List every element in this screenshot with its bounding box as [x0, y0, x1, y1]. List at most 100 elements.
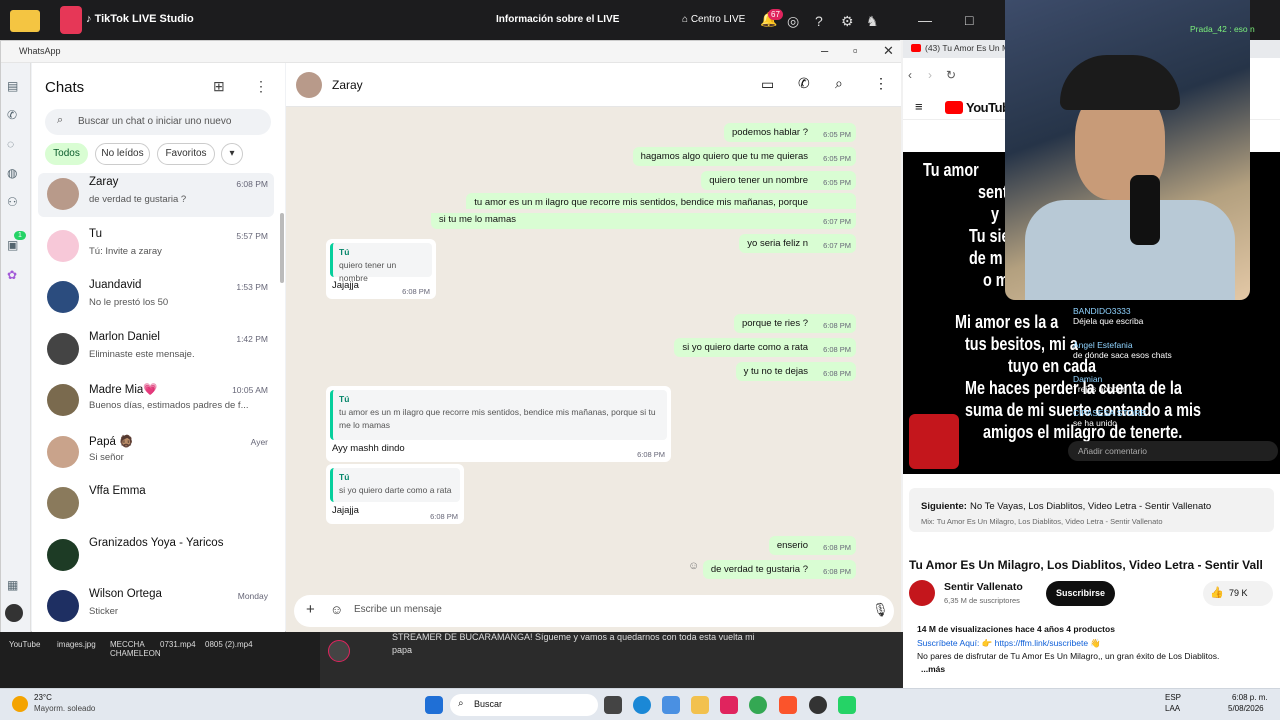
back-icon[interactable]: ‹ — [908, 68, 912, 82]
desktop-file[interactable]: 0731.mp4 — [160, 640, 196, 649]
channels-icon[interactable]: ◍ — [7, 166, 17, 180]
search-icon[interactable]: ⌕ — [835, 75, 843, 92]
outgoing-message[interactable]: de verdad te gustaria ? 6:08 PM — [702, 560, 856, 580]
menu-icon[interactable]: ⋮ — [254, 78, 268, 95]
reload-icon[interactable]: ↻ — [946, 68, 956, 82]
outgoing-message[interactable]: si yo quiero darte como a rata 6:08 PM — [674, 338, 856, 358]
explorer-icon[interactable] — [691, 696, 709, 714]
chat-row[interactable]: Wilson Ortega Sticker Monday — [38, 585, 274, 629]
language[interactable]: ESP — [1165, 693, 1181, 702]
incoming-message[interactable]: Tú si yo quiero darte como a rata Jajajja 6… — [326, 464, 464, 524]
forward-icon[interactable]: › — [928, 68, 932, 82]
menu-icon[interactable]: ⋮ — [874, 75, 888, 92]
channel-name[interactable]: Sentir Vallenato — [944, 581, 1023, 593]
brave-icon[interactable] — [779, 696, 797, 714]
minimize-icon[interactable]: — — [918, 12, 932, 28]
chat-row[interactable]: Papá 🧔🏽 Si señor Ayer — [38, 431, 274, 475]
outgoing-message[interactable]: quiero tener un nombre 6:05 PM — [701, 171, 856, 191]
subscribe-button[interactable]: Suscribirse — [1046, 581, 1115, 606]
centro-live-button[interactable]: ⌂ Centro LIVE — [682, 14, 745, 25]
maximize-icon[interactable]: □ — [965, 12, 973, 28]
communities-icon[interactable]: ⚇ — [7, 195, 18, 209]
mic-icon[interactable]: 🎙 — [872, 602, 889, 618]
maximize-icon[interactable]: ▫ — [853, 43, 858, 58]
chat-row[interactable]: Marlon Daniel Eliminaste este mensaje. 1:4… — [38, 328, 274, 372]
up-next-card[interactable]: Siguiente: No Te Vayas, Los Diablitos, V… — [909, 488, 1274, 532]
outgoing-message[interactable]: yo seria feliz n 6:07 PM — [739, 234, 856, 254]
video-call-icon[interactable]: ▭ — [761, 76, 774, 93]
youtube-logo-icon[interactable] — [945, 101, 963, 114]
status-icon[interactable]: ◌ — [7, 137, 14, 151]
minimize-icon[interactable]: – — [821, 43, 828, 58]
whatsapp-icon[interactable] — [838, 696, 856, 714]
windows-start-icon[interactable] — [425, 696, 443, 714]
incoming-message[interactable]: Tú quiero tener un nombre Jajajja 6:08 PM — [326, 239, 436, 299]
desktop-file[interactable]: MECCHA CHAMELEON — [110, 640, 161, 658]
filter-more-icon[interactable]: ▾ — [221, 143, 243, 165]
outgoing-message[interactable]: hagamos algo quiero que tu me quieras 6:0… — [632, 147, 856, 167]
new-chat-icon[interactable]: ⊞ — [213, 78, 225, 95]
clock-time[interactable]: 6:08 p. m. — [1232, 693, 1268, 702]
profile-avatar[interactable] — [5, 604, 23, 622]
quoted-message[interactable]: Tú quiero tener un nombre — [330, 243, 432, 283]
quoted-message[interactable]: Tú si yo quiero darte como a rata — [330, 468, 460, 502]
task-view-icon[interactable] — [604, 696, 622, 714]
language-layout[interactable]: LAA — [1165, 704, 1180, 713]
sticker-icon[interactable]: ☺ — [330, 602, 343, 617]
hamburger-icon[interactable]: ≡ — [915, 99, 923, 114]
outgoing-message[interactable]: porque te ries ? 6:08 PM — [733, 314, 856, 334]
chrome-icon[interactable] — [749, 696, 767, 714]
chat-row[interactable]: Zaray de verdad te gustaria ? 6:08 PM — [38, 173, 274, 217]
obs-icon[interactable] — [809, 696, 827, 714]
outgoing-message[interactable]: podemos hablar ? 6:05 PM — [723, 123, 856, 143]
calls-icon[interactable]: ✆ — [7, 108, 17, 122]
like-button[interactable]: 👍 79 K — [1203, 581, 1273, 606]
message-composer[interactable]: + ☺ Escribe un mensaje 🎙 — [294, 595, 894, 627]
tiktok-icon[interactable] — [720, 696, 738, 714]
desktop-file[interactable]: YouTube — [9, 640, 40, 649]
chat-row[interactable]: Madre Mia💗 Buenos días, estimados padres … — [38, 379, 274, 423]
desktop-file[interactable]: 0805 (2).mp4 — [205, 640, 253, 649]
scrollbar[interactable] — [280, 213, 284, 283]
chat-row[interactable]: Vffa Emma — [38, 482, 274, 526]
settings-icon[interactable]: ⚙ — [841, 13, 854, 30]
description-link[interactable]: Suscríbete Aquí: 👉 https://ffm.link/susc… — [917, 638, 1101, 649]
outgoing-message[interactable]: si tu me lo mamas 6:07 PM — [430, 213, 856, 230]
outgoing-message[interactable]: y tu no te dejas 6:08 PM — [735, 362, 856, 382]
profile-icon[interactable]: ♞ — [866, 13, 879, 30]
close-icon[interactable]: ✕ — [883, 43, 894, 59]
media-icon[interactable]: ▦ — [7, 578, 18, 592]
live-info-link[interactable]: Información sobre el LIVE — [496, 14, 619, 25]
folder-icon[interactable] — [10, 10, 40, 32]
filter-favoritos[interactable]: Favoritos — [157, 143, 215, 165]
clock-date[interactable]: 5/08/2026 — [1228, 704, 1264, 713]
outgoing-message[interactable]: enserio 6:08 PM — [768, 536, 856, 556]
desktop-file[interactable]: images.jpg — [57, 640, 96, 649]
weather-icon[interactable] — [12, 696, 28, 712]
archive-icon[interactable]: ▣ — [7, 238, 18, 252]
outgoing-message[interactable]: tu amor es un m ilagro que recorre mis s… — [466, 193, 856, 210]
contact-name[interactable]: Zaray — [332, 78, 363, 92]
help-icon[interactable]: ? — [815, 13, 823, 29]
store-icon[interactable] — [662, 696, 680, 714]
chats-icon[interactable]: ▤ — [7, 79, 18, 93]
comment-input[interactable]: Añadir comentario — [1068, 441, 1278, 461]
filter-no-leidos[interactable]: No leídos — [95, 143, 150, 165]
gift-icon[interactable]: ◎ — [787, 13, 799, 30]
incoming-message[interactable]: Tú tu amor es un m ilagro que recorre mis… — [326, 386, 671, 462]
chat-row[interactable]: Juandavid No le prestó los 50 1:53 PM — [38, 276, 274, 320]
chat-row[interactable]: Granizados Yoya - Yaricos — [38, 534, 274, 578]
more-link[interactable]: ...más — [921, 664, 945, 674]
phone-icon[interactable]: ✆ — [798, 75, 810, 92]
filter-todos[interactable]: Todos — [45, 143, 88, 165]
attach-icon[interactable]: + — [306, 601, 315, 618]
chat-row[interactable]: Tu Tú: Invite a zaray 5:57 PM — [38, 225, 274, 269]
edge-icon[interactable] — [633, 696, 651, 714]
search-input[interactable]: ⌕ Buscar un chat o iniciar uno nuevo — [45, 109, 271, 135]
quoted-message[interactable]: Tú tu amor es un m ilagro que recorre mis… — [330, 390, 667, 440]
contact-avatar[interactable] — [296, 72, 322, 98]
taskbar-search[interactable]: ⌕ Buscar — [450, 694, 598, 716]
meta-ai-icon[interactable]: ✿ — [7, 268, 17, 282]
channel-avatar[interactable] — [909, 580, 935, 606]
emoji-react-icon[interactable]: ☺ — [688, 560, 699, 572]
